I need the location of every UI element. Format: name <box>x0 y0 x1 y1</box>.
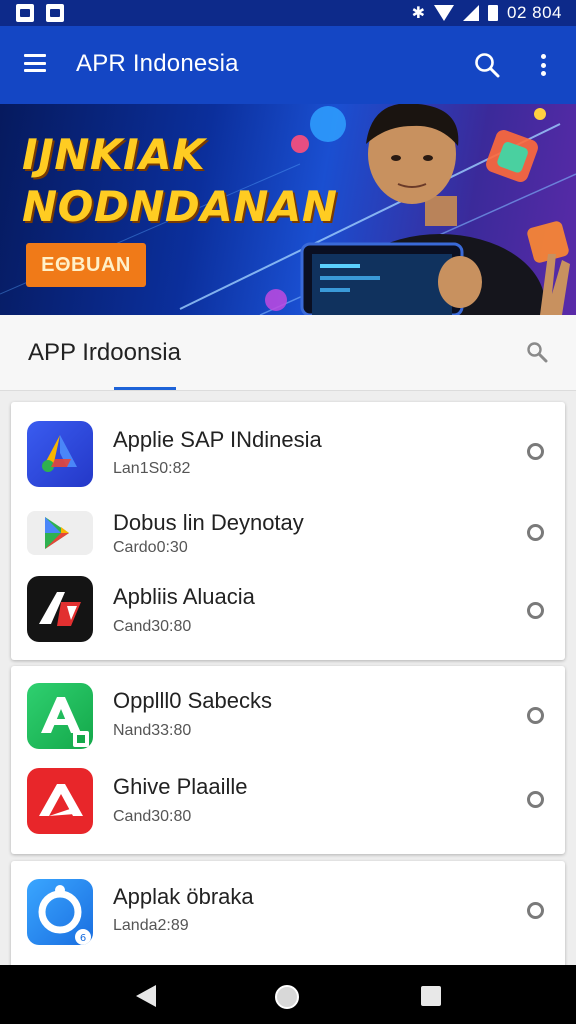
item-title: Ghive Plaaille <box>113 774 248 799</box>
red-a-icon <box>27 768 93 834</box>
back-icon[interactable] <box>136 985 156 1007</box>
signal-icon <box>463 5 479 21</box>
radio-button[interactable] <box>527 602 544 619</box>
green-a-icon <box>27 683 93 749</box>
list-item[interactable]: Applie SAP INdinesia Lan1S0:82 <box>11 402 565 494</box>
item-subtitle: Cand30:80 <box>113 618 192 635</box>
list-item[interactable]: Apbliis Aluacia Cand30:80 <box>11 574 565 660</box>
radio-button[interactable] <box>527 524 544 541</box>
battery-icon <box>488 5 498 21</box>
home-icon[interactable] <box>275 985 299 1009</box>
radio-button[interactable] <box>527 707 544 724</box>
app-card: Opplll0 Sabecks Nand33:80 Ghive Plaaille… <box>11 666 565 854</box>
section-header: APP Irdoonsia <box>0 315 576 391</box>
search-icon[interactable] <box>474 52 500 78</box>
app-card: 6 Applak öbraka Landa2:89 <box>11 861 565 971</box>
system-nav-bar <box>0 965 576 1024</box>
status-time: 02 804 <box>507 3 562 22</box>
list-item[interactable]: Opplll0 Sabecks Nand33:80 <box>11 666 565 760</box>
item-subtitle: Nand33:80 <box>113 722 192 739</box>
item-title: Applie SAP INdinesia <box>113 427 322 452</box>
wifi-icon <box>434 5 454 21</box>
banner-cta-button[interactable]: EΘBUAN <box>26 243 146 287</box>
app-card: Applie SAP INdinesia Lan1S0:82 Dobus lin… <box>11 402 565 660</box>
item-title: Opplll0 Sabecks <box>113 688 272 713</box>
banner-headline-2: NODNDANAN <box>22 182 338 231</box>
menu-icon[interactable] <box>24 54 46 72</box>
radio-button[interactable] <box>527 791 544 808</box>
section-title[interactable]: APP Irdoonsia <box>28 339 181 367</box>
more-vert-icon[interactable] <box>536 52 550 78</box>
item-subtitle: Cand30:80 <box>113 808 192 825</box>
radio-button[interactable] <box>527 902 544 919</box>
banner-headline-1: IJNKIAK <box>22 130 206 179</box>
adobe-a-icon <box>27 576 93 642</box>
promo-banner[interactable]: IJNKIAK NODNDANAN EΘBUAN <box>0 104 576 315</box>
bluetooth-icon: ✱ <box>411 5 425 22</box>
item-subtitle: Landa2:89 <box>113 917 189 934</box>
photo-icon <box>46 4 64 22</box>
svg-text:6: 6 <box>80 933 86 944</box>
app-title: APR Indonesia <box>76 50 239 77</box>
item-title: Applak öbraka <box>113 884 254 909</box>
radio-button[interactable] <box>527 443 544 460</box>
recents-icon[interactable] <box>421 986 441 1006</box>
list-item[interactable]: 6 Applak öbraka Landa2:89 <box>11 861 565 965</box>
list-item[interactable]: Ghive Plaaille Cand30:80 <box>11 760 565 854</box>
blue-ring-icon: 6 <box>27 879 93 945</box>
image-icon <box>16 4 34 22</box>
list-item[interactable]: Dobus lin Deynotay Cardo0:30 <box>11 494 565 574</box>
play-store-icon <box>27 511 93 555</box>
google-ads-icon <box>27 421 93 487</box>
item-subtitle: Lan1S0:82 <box>113 460 191 477</box>
search-icon[interactable] <box>526 341 548 363</box>
item-title: Apbliis Aluacia <box>113 584 255 609</box>
app-bar: APR Indonesia <box>0 26 576 104</box>
item-subtitle: Cardo0:30 <box>113 539 188 556</box>
tab-indicator <box>114 387 176 390</box>
item-title: Dobus lin Deynotay <box>113 510 304 535</box>
status-bar: ✱ 02 804 <box>0 0 576 26</box>
